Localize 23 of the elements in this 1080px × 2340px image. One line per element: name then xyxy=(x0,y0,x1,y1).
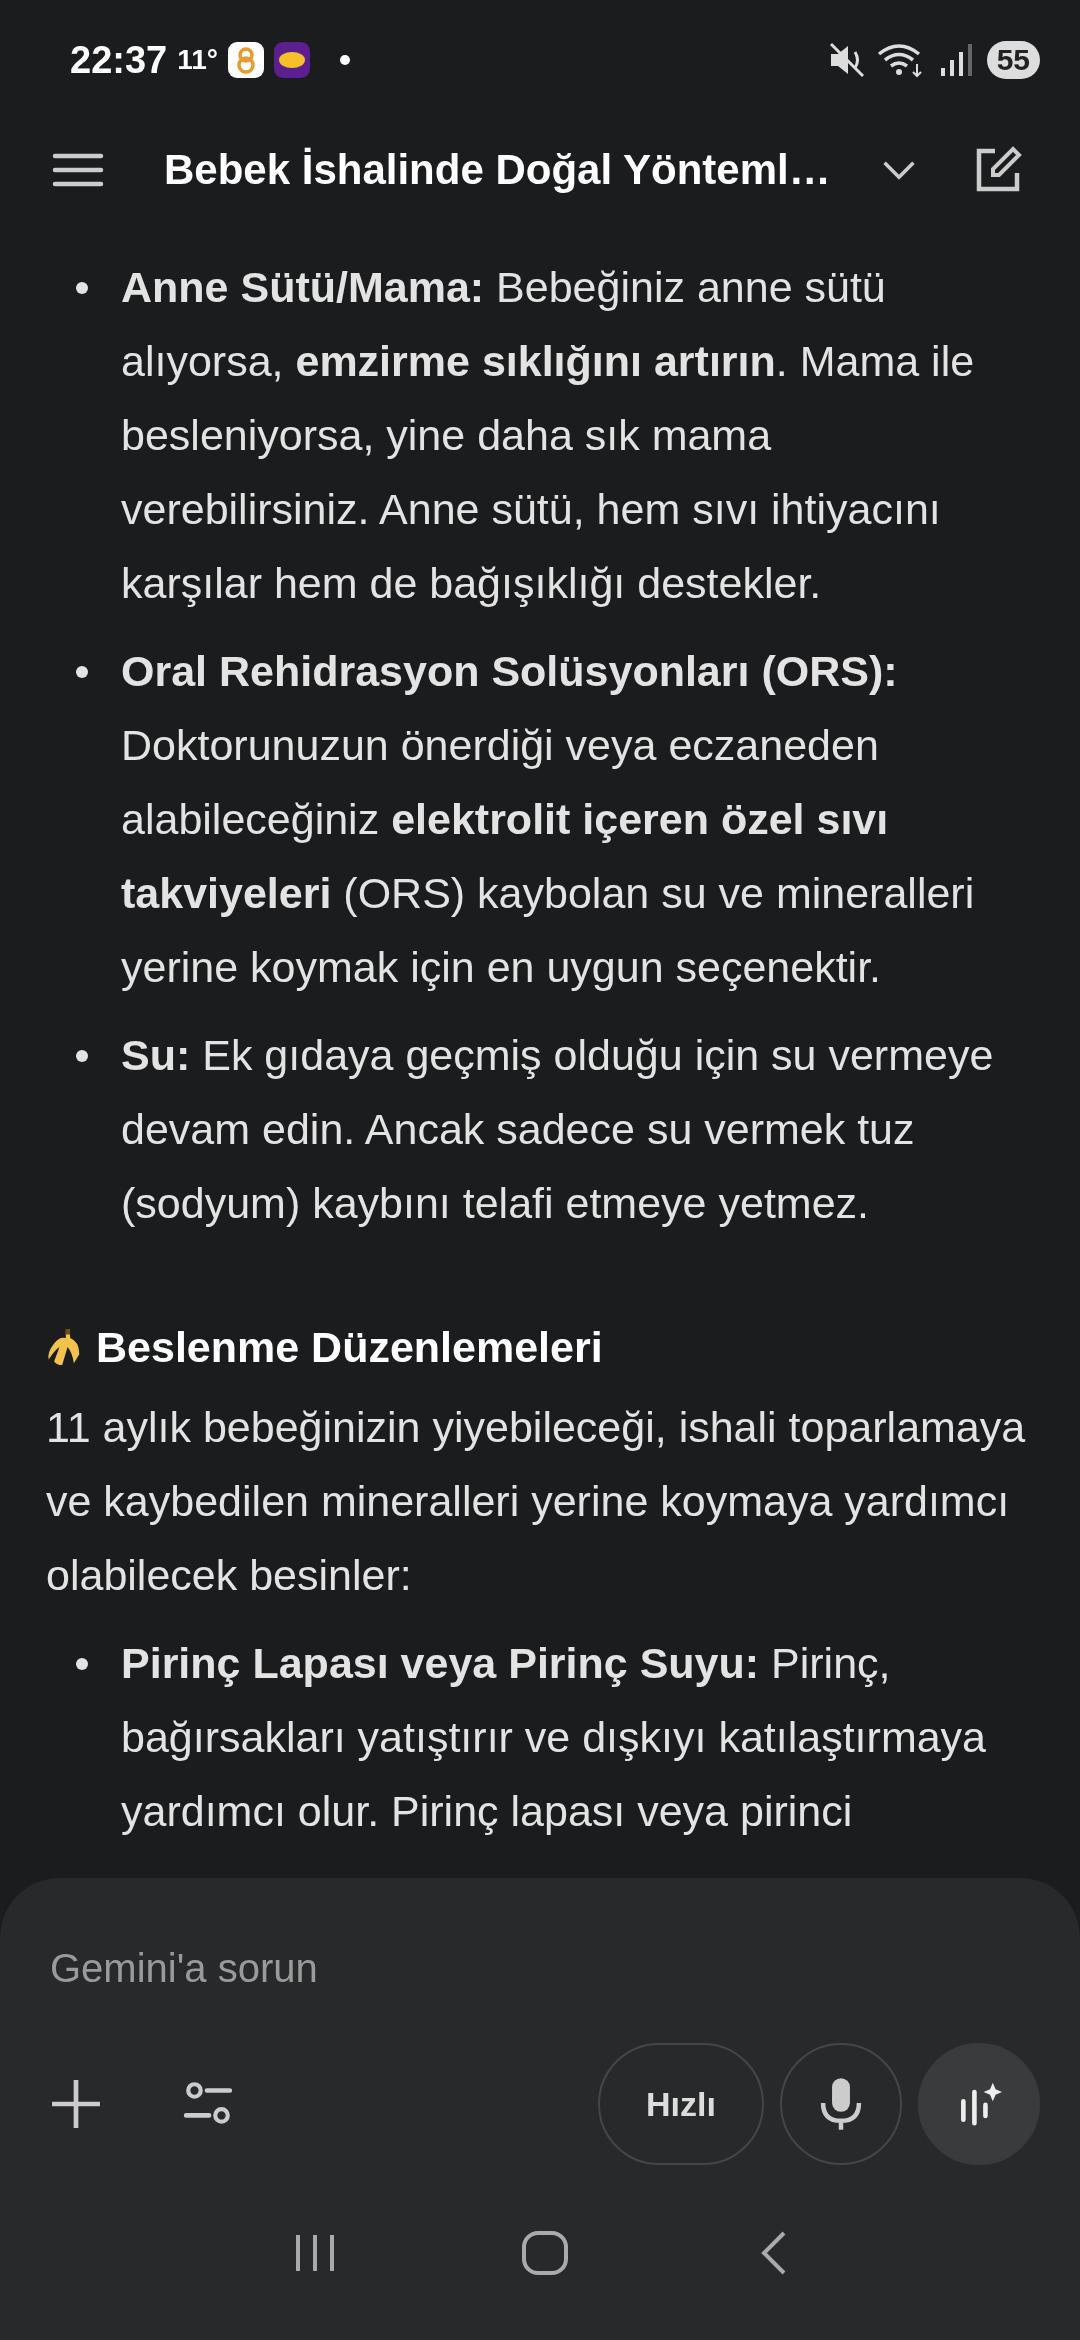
list-item-text: Oral Rehidrasyon Solüsyonları (ORS): Doktorunuzun önerdiği veya eczaneden alabileceğiniz elektrolit içeren özel sıvı takviyeleri (ORS) kaybolan su ve mineralleri yerine koymak için en uygun seçenektir. xyxy=(121,646,976,993)
bullet-icon xyxy=(76,1658,88,1670)
add-icon[interactable] xyxy=(50,2078,102,2130)
home-icon[interactable] xyxy=(520,2231,570,2275)
bullet-icon xyxy=(76,666,88,678)
mode-button[interactable]: Hızlı xyxy=(598,2043,764,2165)
paragraph: 11 aylık bebeğinizin yiyebileceği, ishali toparlamaya ve kaybedilen mineralleri yerine koymaya yardımcı olabilecek besinler: xyxy=(46,1402,1027,1601)
list-item-text: Su: Ek gıdaya geçmiş olduğu için su vermeye devam edin. Ancak sadece su vermek tuz (sodyum) kaybını telafi etmeye yetmez. xyxy=(121,1030,995,1229)
app-icon xyxy=(228,42,264,78)
app-icon xyxy=(274,42,310,78)
temperature: 11° xyxy=(177,44,218,76)
bullet-icon xyxy=(76,282,88,294)
list-item-text: Pirinç Lapası veya Pirinç Suyu: Pirinç, bağırsakları yatıştırır ve dışkıyı katılaştırmaya yardımcı olur. Pirinç lapası veya pirinci xyxy=(121,1638,988,1837)
chat-title[interactable]: Bebek İshalinde Doğal Yönteml… xyxy=(164,146,831,194)
list-item-text: Anne Sütü/Mama: Bebeğiniz anne sütü alıyorsa, emzirme sıklığını artırın. Mama ile besleniyorsa, yine daha sık mama verebilirsiniz. Anne sütü, hem sıvı ihtiyacını karşılar hem de bağışıklığı destekler. xyxy=(121,262,976,609)
section-heading: Beslenme Düzenlemeleri xyxy=(96,1322,603,1373)
battery-level: 55 xyxy=(986,41,1040,79)
bullet-icon xyxy=(76,1050,88,1062)
microphone-button[interactable] xyxy=(780,2043,902,2165)
status-time: 22:37 xyxy=(70,38,168,82)
microphone-icon xyxy=(818,2076,864,2132)
notification-dot-icon xyxy=(340,55,350,65)
prompt-input[interactable]: Gemini'a sorun xyxy=(50,1938,1040,1998)
